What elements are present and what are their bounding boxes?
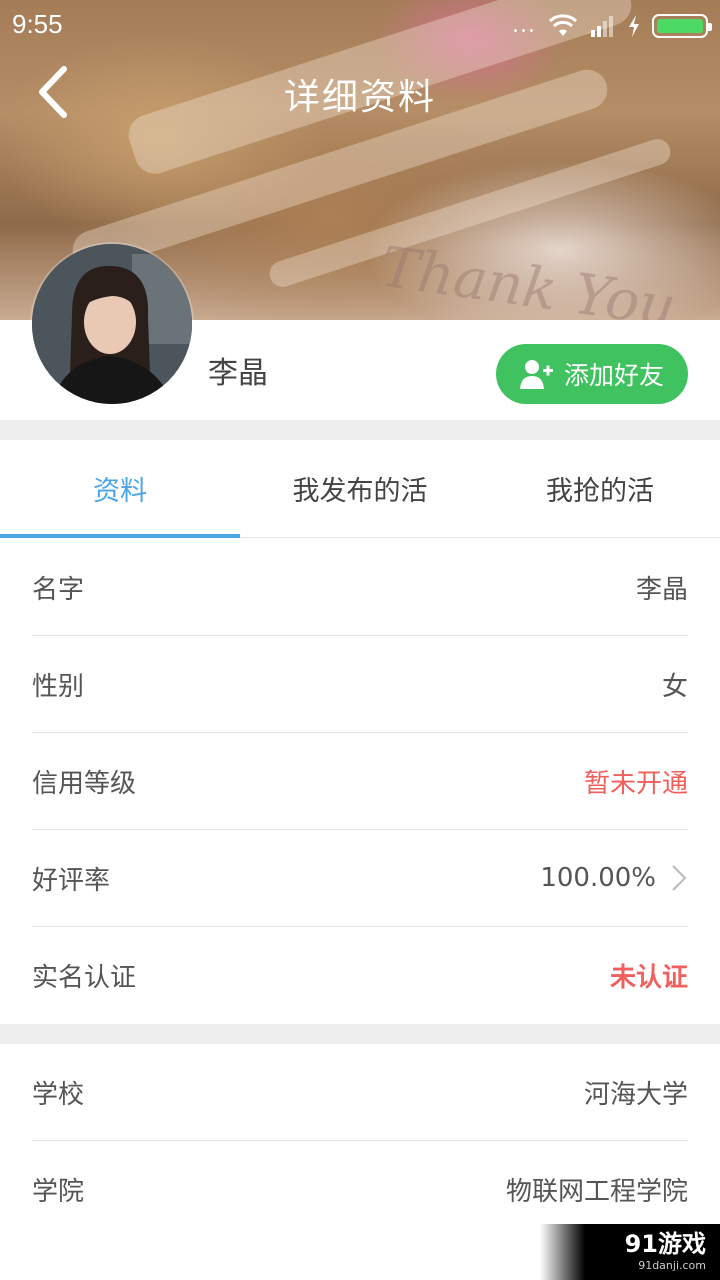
positive-rate-value-wrap: 100.00% [540,863,688,893]
section-divider [0,420,720,440]
row-value: 河海大学 [583,1079,688,1110]
add-friend-button[interactable]: 添加好友 [496,344,688,404]
thank-you-script: Thank You [376,234,680,320]
chevron-right-icon [672,865,687,891]
tab-profile[interactable]: 资料 [0,440,240,538]
tab-bar: 资料 我发布的活 我抢的活 [0,440,720,538]
battery-icon [652,14,712,38]
basic-info-list: 名字 李晶 性别 女 信用等级 暂未开通 好评率 100.00% 实名认证 未认… [0,539,720,1024]
credit-status: 暂未开通 [583,768,688,799]
tab-my-grabbed-jobs[interactable]: 我抢的活 [480,440,720,537]
row-value: 李晶 [635,574,688,605]
info-row-credit-level: 信用等级 暂未开通 [32,733,688,830]
row-label: 好评率 [32,865,111,896]
avatar-portrait [32,244,192,404]
site-watermark: 91游戏 91danji.com [540,1224,720,1280]
row-label: 学校 [32,1079,85,1110]
info-row-real-name-verification: 实名认证 未认证 [32,927,688,1024]
row-label: 信用等级 [32,768,137,799]
row-label: 性别 [32,671,85,702]
row-label: 名字 [32,574,85,605]
status-icons: ... [512,12,712,40]
charging-icon [629,15,639,37]
status-bar: 9:55 ... [0,0,720,52]
user-name: 李晶 [208,356,268,391]
info-row-gender: 性别 女 [32,636,688,733]
avatar[interactable] [32,244,192,404]
watermark-url: 91danji.com [638,1259,706,1272]
info-row-school: 学校 河海大学 [32,1044,688,1141]
add-friend-label: 添加好友 [563,361,664,390]
info-row-name: 名字 李晶 [32,539,688,636]
school-info-list: 学校 河海大学 学院 物联网工程学院 [0,1044,720,1238]
notification-dots: ... [512,13,536,38]
info-row-positive-rate[interactable]: 好评率 100.00% [32,830,688,927]
add-user-icon [519,360,553,389]
verification-status: 未认证 [609,963,688,993]
positive-rate-value: 100.00% [540,863,656,893]
row-label: 实名认证 [32,963,137,993]
wifi-icon [548,14,578,36]
tab-my-posted-jobs[interactable]: 我发布的活 [240,440,480,537]
row-label: 学院 [32,1177,85,1207]
row-value: 女 [661,671,688,702]
signal-icon [591,16,613,37]
row-value: 物联网工程学院 [505,1177,688,1207]
page-title: 详细资料 [283,77,436,118]
watermark-logo: 91游戏 [624,1230,706,1258]
section-divider [0,1024,720,1044]
battery-level [657,19,703,33]
status-time: 9:55 [12,9,63,39]
